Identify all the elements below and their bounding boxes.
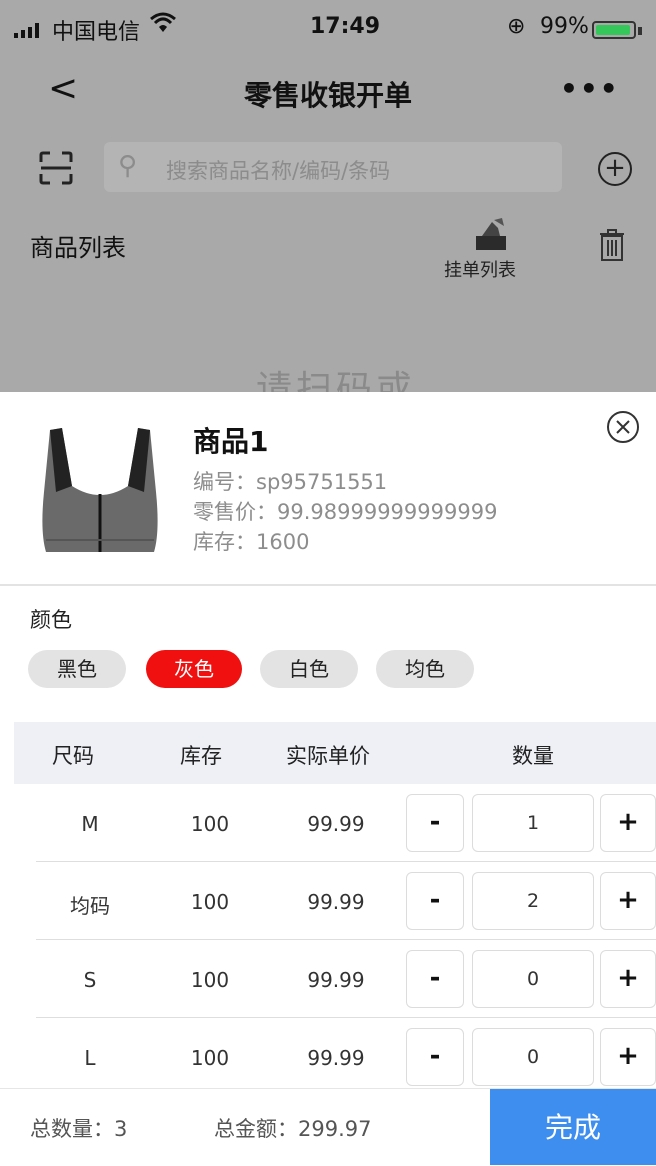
hang-list-label[interactable]: 挂单列表 [444, 256, 516, 282]
alarm-icon: ⊕ [507, 14, 526, 39]
spec-picker-sheet: 商品1 编号：sp95751551 零售价：99.98999999999999 … [0, 392, 656, 1165]
total-quantity: 总数量：3 [30, 1117, 128, 1141]
increment-button[interactable]: + [600, 794, 656, 852]
battery-icon [592, 21, 642, 39]
decrement-button[interactable]: - [406, 950, 464, 1008]
done-button[interactable]: 完成 [490, 1089, 656, 1165]
decrement-button[interactable]: - [406, 1028, 464, 1086]
row-size: S [83, 968, 97, 992]
checkout-footer: 总数量：3 总金额：299.97 完成 [0, 1088, 656, 1165]
row-stock: 100 [190, 968, 230, 992]
table-row: 均码 100 99.99 - 2 + [0, 862, 656, 940]
color-section: 颜色 黑色 灰色 白色 均色 [0, 586, 656, 720]
wifi-icon [150, 12, 176, 40]
page-title: 零售收银开单 [243, 79, 412, 112]
row-price: 99.99 [307, 1046, 365, 1070]
search-icon: ⚲ [118, 151, 138, 181]
increment-button[interactable]: + [600, 950, 656, 1008]
row-size: 均码 [70, 894, 110, 918]
product-price: 零售价：99.98999999999999 [193, 500, 498, 524]
more-menu-button[interactable]: ••• [560, 72, 620, 105]
product-name: 商品1 [193, 425, 269, 458]
table-row: M 100 99.99 - 1 + [0, 784, 656, 862]
total-amount: 总金额：299.97 [214, 1117, 372, 1141]
trash-icon[interactable] [598, 228, 626, 262]
battery-percent: 99% [540, 14, 589, 39]
decrement-button[interactable]: - [406, 794, 464, 852]
color-chip-black[interactable]: 黑色 [28, 650, 126, 688]
header-stock: 库存 [180, 744, 222, 768]
row-stock: 100 [190, 812, 230, 836]
product-image [42, 428, 158, 552]
size-table-header: 尺码 库存 实际单价 数量 [14, 722, 656, 784]
decrement-button[interactable]: - [406, 872, 464, 930]
signal-icon [14, 22, 39, 38]
header-unit-price: 实际单价 [286, 744, 370, 768]
status-bar: 中国电信 17:49 ⊕ 99% [0, 0, 656, 60]
color-label: 颜色 [30, 608, 72, 632]
row-price: 99.99 [307, 968, 365, 992]
search-placeholder: 搜索商品名称/编码/条码 [166, 159, 391, 183]
product-stock: 库存：1600 [193, 530, 310, 554]
header-quantity: 数量 [512, 744, 554, 768]
color-chip-gray[interactable]: 灰色 [146, 650, 242, 688]
status-time: 17:49 [310, 14, 381, 39]
search-input[interactable]: ⚲ 搜索商品名称/编码/条码 [104, 142, 562, 192]
quantity-input[interactable]: 0 [472, 950, 594, 1008]
product-list-title: 商品列表 [30, 234, 126, 262]
product-summary: 商品1 编号：sp95751551 零售价：99.98999999999999 … [0, 392, 656, 586]
row-size: L [84, 1046, 96, 1070]
table-row: S 100 99.99 - 0 + [0, 940, 656, 1018]
color-chip-uniform[interactable]: 均色 [376, 650, 474, 688]
quantity-input[interactable]: 1 [472, 794, 594, 852]
row-stock: 100 [190, 890, 230, 914]
row-stock: 100 [190, 1046, 230, 1070]
search-row: ⚲ 搜索商品名称/编码/条码 + [0, 138, 656, 202]
quantity-input[interactable]: 0 [472, 1028, 594, 1086]
increment-button[interactable]: + [600, 872, 656, 930]
header-size: 尺码 [52, 744, 94, 768]
nav-bar: < 零售收银开单 ••• [0, 60, 656, 120]
table-row: L 100 99.99 - 0 + [0, 1018, 656, 1096]
row-price: 99.99 [307, 812, 365, 836]
product-code: 编号：sp95751551 [193, 470, 388, 494]
row-size: M [81, 812, 99, 836]
quantity-input[interactable]: 2 [472, 872, 594, 930]
hang-order-icon[interactable] [474, 216, 508, 252]
scan-hint-text: 请扫码或 [256, 369, 417, 392]
background-page-overlay: 中国电信 17:49 ⊕ 99% < 零售收银开单 ••• ⚲ 搜索商品名称/编… [0, 0, 656, 392]
color-chip-white[interactable]: 白色 [260, 650, 358, 688]
product-list-header: 商品列表 挂单列表 [0, 214, 656, 284]
scan-icon[interactable] [38, 150, 74, 186]
increment-button[interactable]: + [600, 1028, 656, 1086]
carrier-label: 中国电信 [52, 20, 141, 45]
close-icon[interactable] [606, 410, 640, 444]
add-circle-icon[interactable]: + [598, 152, 632, 186]
row-price: 99.99 [307, 890, 365, 914]
